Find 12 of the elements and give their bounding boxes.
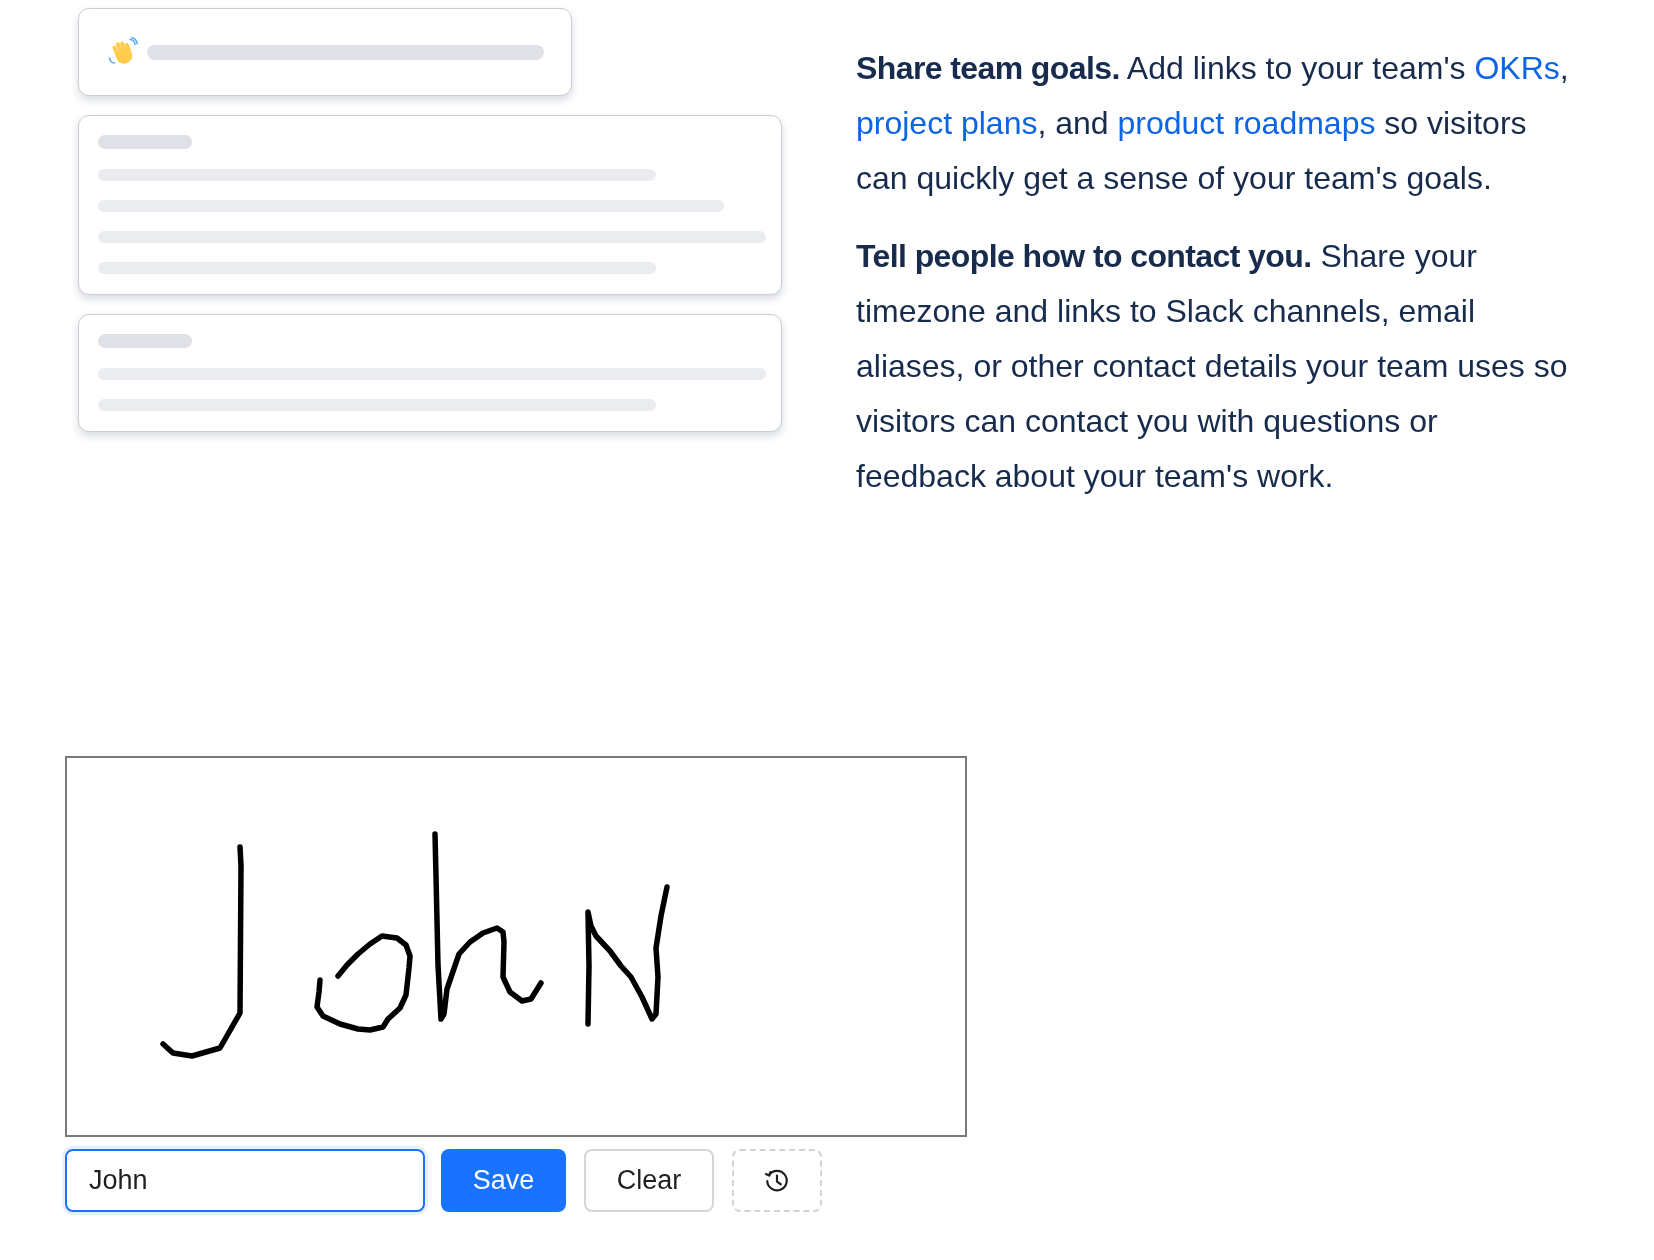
tip-paragraph: Tell people how to contact you. Share your timezone and links to Slack channels, email aliases, or other contact details your team uses so visitors can contact you with questions or feedback about your team's work. xyxy=(856,237,1569,496)
history-button[interactable] xyxy=(732,1149,822,1212)
save-button[interactable]: Save xyxy=(441,1149,566,1212)
tip-paragraph: Share team goals. Add links to your team's OKRs, project plans, and product roadmaps so visitors can quickly get a sense of your team's goals. xyxy=(856,49,1570,198)
waving-hand-icon xyxy=(108,37,138,67)
text-link[interactable]: OKRs xyxy=(1474,50,1560,86)
name-field[interactable]: John xyxy=(65,1149,425,1212)
text-link[interactable]: product roadmaps xyxy=(1117,105,1376,141)
history-icon xyxy=(764,1167,790,1194)
clear-button[interactable]: Clear xyxy=(584,1149,714,1212)
signature-pad[interactable] xyxy=(65,756,967,1137)
text-link[interactable]: project plans xyxy=(856,105,1038,141)
